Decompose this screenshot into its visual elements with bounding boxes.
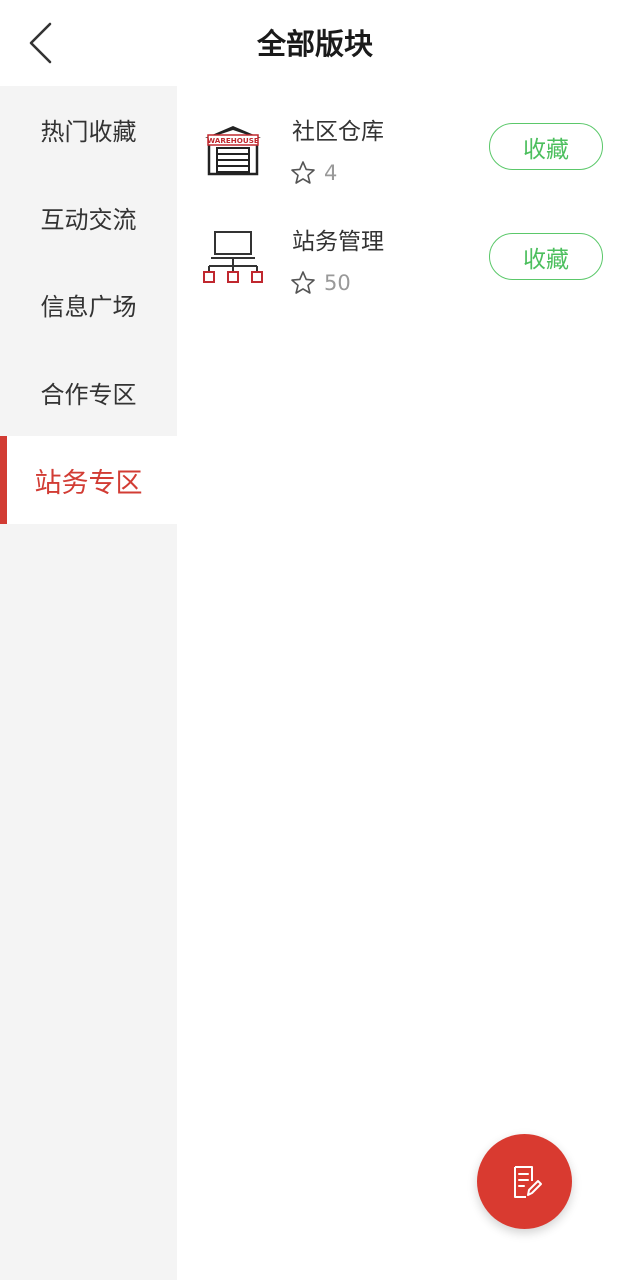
board-favorite-count: 50 bbox=[290, 270, 351, 296]
warehouse-icon: WAREHOUSE bbox=[205, 126, 261, 176]
sidebar-item-site-affairs[interactable]: 站务专区 bbox=[0, 436, 177, 524]
list-item[interactable]: WAREHOUSE 社区仓库 4 收藏 bbox=[177, 96, 630, 206]
favorite-button[interactable]: 收藏 bbox=[489, 123, 603, 170]
network-icon bbox=[203, 231, 263, 283]
sidebar-item-label: 站务专区 bbox=[34, 467, 143, 499]
category-sidebar: 热门收藏 互动交流 信息广场 合作专区 站务专区 bbox=[0, 86, 177, 1280]
edit-note-icon bbox=[513, 1165, 542, 1198]
sidebar-item-info-square[interactable]: 信息广场 bbox=[0, 261, 177, 349]
board-favorite-count: 4 bbox=[290, 160, 337, 186]
sidebar-item-label: 合作专区 bbox=[40, 381, 137, 410]
top-bar: 全部版块 bbox=[0, 0, 630, 86]
back-button[interactable] bbox=[18, 18, 62, 68]
sidebar-item-interaction[interactable]: 互动交流 bbox=[0, 174, 177, 262]
count-value: 50 bbox=[324, 271, 351, 295]
compose-post-button[interactable] bbox=[477, 1134, 572, 1229]
page-title: 全部版块 bbox=[256, 27, 373, 61]
sidebar-item-label: 信息广场 bbox=[40, 293, 137, 322]
chevron-left-icon bbox=[29, 22, 52, 64]
count-value: 4 bbox=[324, 161, 338, 185]
star-outline-icon bbox=[291, 161, 315, 184]
favorite-button[interactable]: 收藏 bbox=[489, 233, 603, 280]
sidebar-item-cooperation[interactable]: 合作专区 bbox=[0, 349, 177, 437]
sidebar-item-label: 互动交流 bbox=[40, 205, 137, 234]
board-title: 社区仓库 bbox=[292, 119, 384, 145]
list-item[interactable]: 站务管理 50 收藏 bbox=[177, 206, 630, 316]
board-list: WAREHOUSE 社区仓库 4 收藏 站务管理 50 收藏 bbox=[177, 86, 630, 1280]
sidebar-item-hot-favorites[interactable]: 热门收藏 bbox=[0, 86, 177, 174]
sidebar-item-label: 热门收藏 bbox=[40, 118, 137, 147]
svg-text:WAREHOUSE: WAREHOUSE bbox=[207, 136, 259, 145]
app-root: 全部版块 热门收藏 互动交流 信息广场 合作专区 站务专区 WAREHOUSE … bbox=[0, 0, 630, 1280]
star-outline-icon bbox=[291, 271, 315, 294]
board-title: 站务管理 bbox=[292, 229, 384, 255]
